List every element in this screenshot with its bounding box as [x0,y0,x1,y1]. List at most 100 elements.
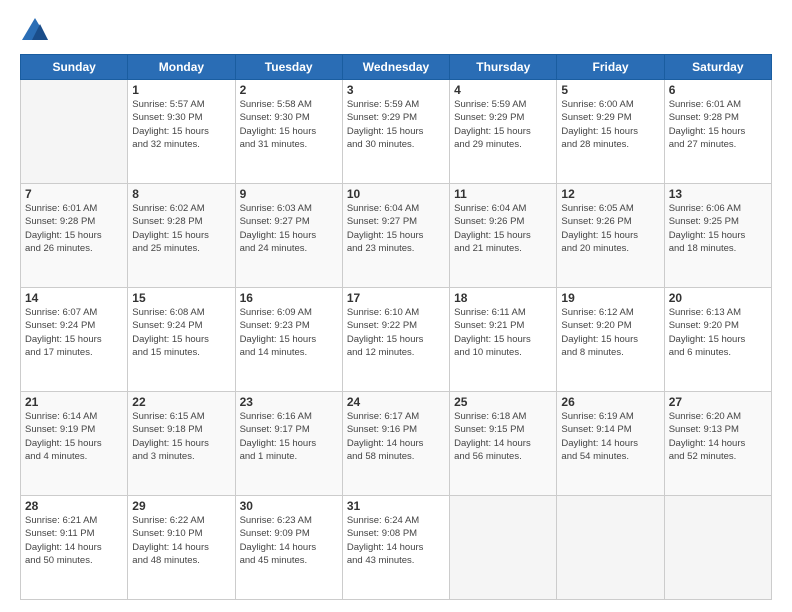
day-cell: 5Sunrise: 6:00 AM Sunset: 9:29 PM Daylig… [557,80,664,184]
weekday-header-friday: Friday [557,55,664,80]
day-cell: 16Sunrise: 6:09 AM Sunset: 9:23 PM Dayli… [235,288,342,392]
day-number: 13 [669,187,767,201]
day-number: 7 [25,187,123,201]
day-number: 14 [25,291,123,305]
week-row-4: 28Sunrise: 6:21 AM Sunset: 9:11 PM Dayli… [21,496,772,600]
day-cell: 9Sunrise: 6:03 AM Sunset: 9:27 PM Daylig… [235,184,342,288]
day-number: 4 [454,83,552,97]
day-info: Sunrise: 6:07 AM Sunset: 9:24 PM Dayligh… [25,306,123,359]
day-number: 5 [561,83,659,97]
day-number: 9 [240,187,338,201]
day-cell [664,496,771,600]
day-info: Sunrise: 6:11 AM Sunset: 9:21 PM Dayligh… [454,306,552,359]
day-cell [557,496,664,600]
day-info: Sunrise: 5:58 AM Sunset: 9:30 PM Dayligh… [240,98,338,151]
day-number: 24 [347,395,445,409]
day-info: Sunrise: 6:24 AM Sunset: 9:08 PM Dayligh… [347,514,445,567]
day-cell: 28Sunrise: 6:21 AM Sunset: 9:11 PM Dayli… [21,496,128,600]
day-number: 22 [132,395,230,409]
day-info: Sunrise: 6:04 AM Sunset: 9:27 PM Dayligh… [347,202,445,255]
day-cell: 13Sunrise: 6:06 AM Sunset: 9:25 PM Dayli… [664,184,771,288]
day-cell: 15Sunrise: 6:08 AM Sunset: 9:24 PM Dayli… [128,288,235,392]
day-cell [450,496,557,600]
day-number: 3 [347,83,445,97]
day-cell: 24Sunrise: 6:17 AM Sunset: 9:16 PM Dayli… [342,392,449,496]
day-info: Sunrise: 5:59 AM Sunset: 9:29 PM Dayligh… [347,98,445,151]
calendar-header: SundayMondayTuesdayWednesdayThursdayFrid… [21,55,772,80]
day-number: 21 [25,395,123,409]
header [20,16,772,46]
day-cell: 2Sunrise: 5:58 AM Sunset: 9:30 PM Daylig… [235,80,342,184]
day-number: 2 [240,83,338,97]
day-cell: 26Sunrise: 6:19 AM Sunset: 9:14 PM Dayli… [557,392,664,496]
day-cell: 12Sunrise: 6:05 AM Sunset: 9:26 PM Dayli… [557,184,664,288]
day-number: 20 [669,291,767,305]
day-cell: 18Sunrise: 6:11 AM Sunset: 9:21 PM Dayli… [450,288,557,392]
day-cell: 11Sunrise: 6:04 AM Sunset: 9:26 PM Dayli… [450,184,557,288]
day-number: 15 [132,291,230,305]
weekday-header-saturday: Saturday [664,55,771,80]
day-cell: 23Sunrise: 6:16 AM Sunset: 9:17 PM Dayli… [235,392,342,496]
day-cell: 25Sunrise: 6:18 AM Sunset: 9:15 PM Dayli… [450,392,557,496]
day-cell: 4Sunrise: 5:59 AM Sunset: 9:29 PM Daylig… [450,80,557,184]
day-cell: 8Sunrise: 6:02 AM Sunset: 9:28 PM Daylig… [128,184,235,288]
weekday-header-monday: Monday [128,55,235,80]
day-number: 10 [347,187,445,201]
day-cell: 27Sunrise: 6:20 AM Sunset: 9:13 PM Dayli… [664,392,771,496]
day-cell: 29Sunrise: 6:22 AM Sunset: 9:10 PM Dayli… [128,496,235,600]
day-info: Sunrise: 6:13 AM Sunset: 9:20 PM Dayligh… [669,306,767,359]
day-info: Sunrise: 6:19 AM Sunset: 9:14 PM Dayligh… [561,410,659,463]
day-cell [21,80,128,184]
day-info: Sunrise: 6:05 AM Sunset: 9:26 PM Dayligh… [561,202,659,255]
day-info: Sunrise: 6:03 AM Sunset: 9:27 PM Dayligh… [240,202,338,255]
day-number: 30 [240,499,338,513]
day-cell: 10Sunrise: 6:04 AM Sunset: 9:27 PM Dayli… [342,184,449,288]
day-number: 19 [561,291,659,305]
day-number: 31 [347,499,445,513]
day-info: Sunrise: 6:22 AM Sunset: 9:10 PM Dayligh… [132,514,230,567]
day-info: Sunrise: 6:20 AM Sunset: 9:13 PM Dayligh… [669,410,767,463]
day-cell: 3Sunrise: 5:59 AM Sunset: 9:29 PM Daylig… [342,80,449,184]
day-info: Sunrise: 6:04 AM Sunset: 9:26 PM Dayligh… [454,202,552,255]
day-info: Sunrise: 6:16 AM Sunset: 9:17 PM Dayligh… [240,410,338,463]
day-info: Sunrise: 6:02 AM Sunset: 9:28 PM Dayligh… [132,202,230,255]
logo [20,16,54,46]
day-number: 1 [132,83,230,97]
week-row-0: 1Sunrise: 5:57 AM Sunset: 9:30 PM Daylig… [21,80,772,184]
day-info: Sunrise: 6:15 AM Sunset: 9:18 PM Dayligh… [132,410,230,463]
day-cell: 14Sunrise: 6:07 AM Sunset: 9:24 PM Dayli… [21,288,128,392]
weekday-header-thursday: Thursday [450,55,557,80]
day-number: 28 [25,499,123,513]
calendar-body: 1Sunrise: 5:57 AM Sunset: 9:30 PM Daylig… [21,80,772,600]
day-number: 17 [347,291,445,305]
day-info: Sunrise: 6:01 AM Sunset: 9:28 PM Dayligh… [669,98,767,151]
day-number: 25 [454,395,552,409]
day-cell: 22Sunrise: 6:15 AM Sunset: 9:18 PM Dayli… [128,392,235,496]
weekday-header-tuesday: Tuesday [235,55,342,80]
day-info: Sunrise: 6:00 AM Sunset: 9:29 PM Dayligh… [561,98,659,151]
day-number: 8 [132,187,230,201]
day-cell: 21Sunrise: 6:14 AM Sunset: 9:19 PM Dayli… [21,392,128,496]
day-info: Sunrise: 6:09 AM Sunset: 9:23 PM Dayligh… [240,306,338,359]
day-info: Sunrise: 6:10 AM Sunset: 9:22 PM Dayligh… [347,306,445,359]
day-cell: 30Sunrise: 6:23 AM Sunset: 9:09 PM Dayli… [235,496,342,600]
day-cell: 20Sunrise: 6:13 AM Sunset: 9:20 PM Dayli… [664,288,771,392]
weekday-header-sunday: Sunday [21,55,128,80]
day-number: 26 [561,395,659,409]
day-number: 23 [240,395,338,409]
day-info: Sunrise: 5:59 AM Sunset: 9:29 PM Dayligh… [454,98,552,151]
day-cell: 31Sunrise: 6:24 AM Sunset: 9:08 PM Dayli… [342,496,449,600]
weekday-row: SundayMondayTuesdayWednesdayThursdayFrid… [21,55,772,80]
week-row-2: 14Sunrise: 6:07 AM Sunset: 9:24 PM Dayli… [21,288,772,392]
day-number: 12 [561,187,659,201]
day-cell: 19Sunrise: 6:12 AM Sunset: 9:20 PM Dayli… [557,288,664,392]
day-info: Sunrise: 6:17 AM Sunset: 9:16 PM Dayligh… [347,410,445,463]
calendar-table: SundayMondayTuesdayWednesdayThursdayFrid… [20,54,772,600]
day-info: Sunrise: 6:01 AM Sunset: 9:28 PM Dayligh… [25,202,123,255]
day-info: Sunrise: 6:21 AM Sunset: 9:11 PM Dayligh… [25,514,123,567]
day-info: Sunrise: 6:06 AM Sunset: 9:25 PM Dayligh… [669,202,767,255]
day-cell: 17Sunrise: 6:10 AM Sunset: 9:22 PM Dayli… [342,288,449,392]
day-cell: 7Sunrise: 6:01 AM Sunset: 9:28 PM Daylig… [21,184,128,288]
day-cell: 6Sunrise: 6:01 AM Sunset: 9:28 PM Daylig… [664,80,771,184]
day-info: Sunrise: 6:14 AM Sunset: 9:19 PM Dayligh… [25,410,123,463]
